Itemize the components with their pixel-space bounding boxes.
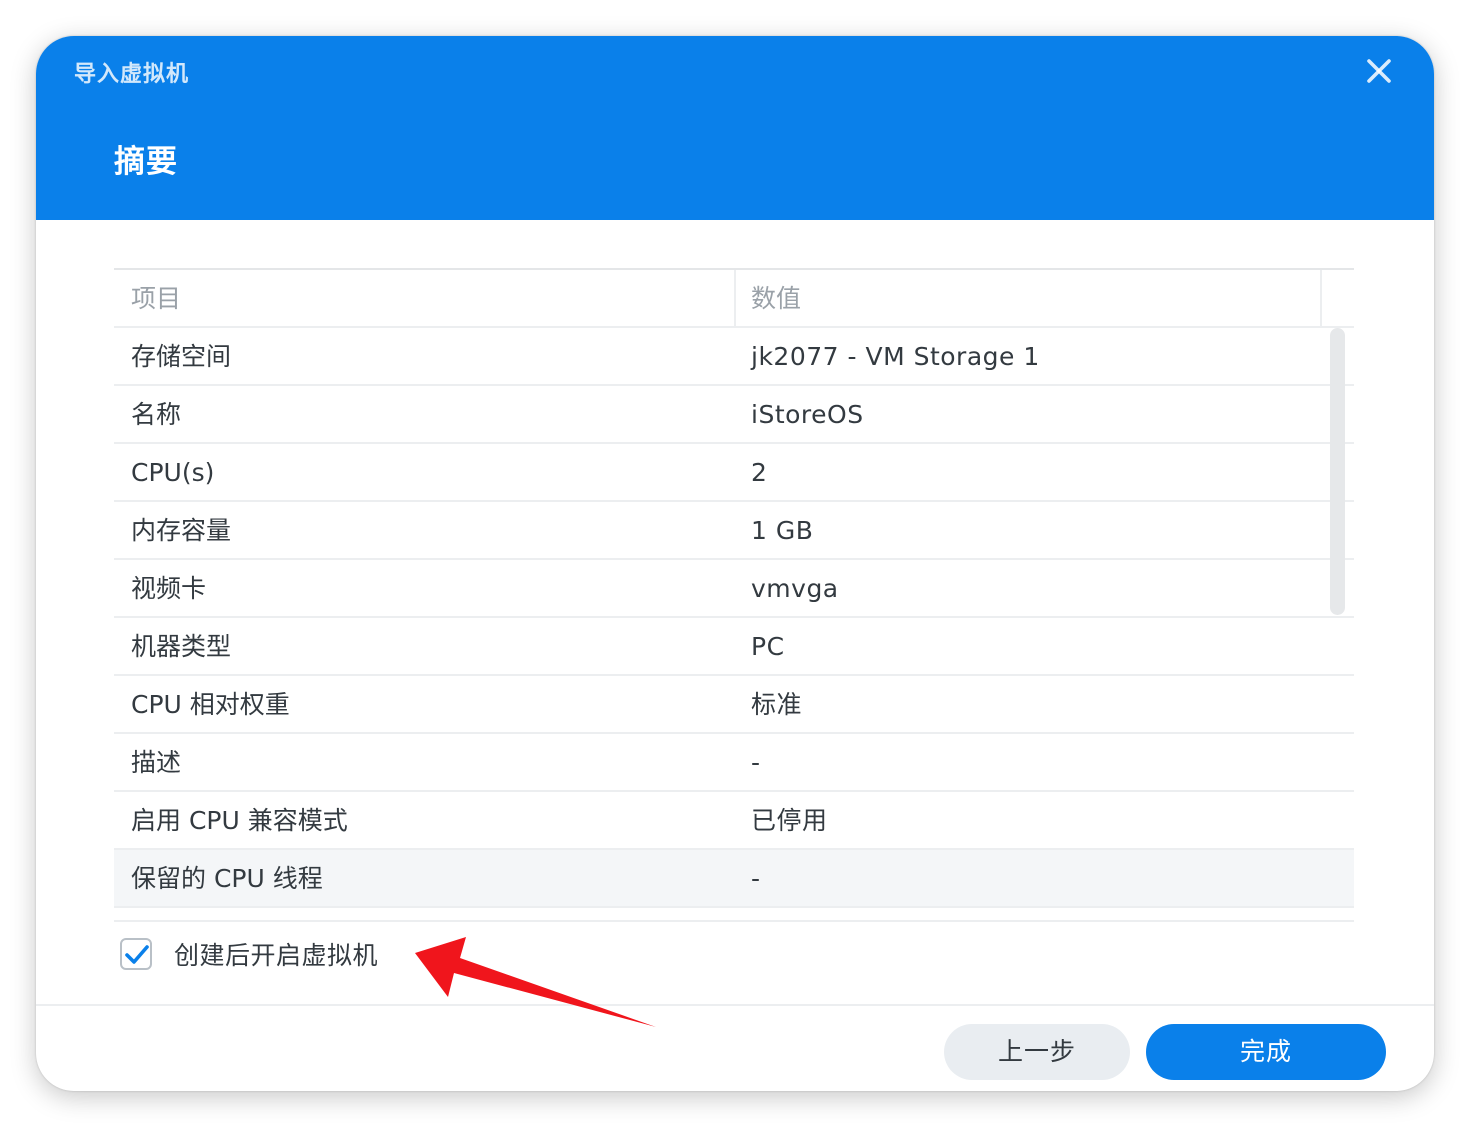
column-header-value[interactable]: 数值 <box>751 270 801 326</box>
footer-divider <box>36 1004 1434 1006</box>
row-item: 机器类型 <box>131 632 232 661</box>
column-divider <box>1320 270 1322 326</box>
table-row: 机器类型 PC <box>114 618 1354 676</box>
table-row: 内存容量 1 GB <box>114 502 1354 560</box>
table-row: 保留的 CPU 线程 - <box>114 850 1354 908</box>
row-item: 描述 <box>131 748 182 777</box>
row-value: 标准 <box>751 690 803 719</box>
dialog-header: 导入虚拟机 摘要 <box>36 36 1434 220</box>
table-row: 名称 iStoreOS <box>114 386 1354 444</box>
close-icon <box>1367 59 1391 83</box>
table-row: 启用 CPU 兼容模式 已停用 <box>114 792 1354 850</box>
row-item: 名称 <box>131 400 182 429</box>
row-value: iStoreOS <box>751 400 864 429</box>
row-value: vmvga <box>751 574 839 603</box>
row-value: PC <box>751 632 785 661</box>
row-item: CPU(s) <box>131 458 215 487</box>
close-button[interactable] <box>1362 54 1396 88</box>
row-item: 启用 CPU 兼容模式 <box>131 806 348 835</box>
row-value: 已停用 <box>751 806 828 835</box>
window-title: 导入虚拟机 <box>74 62 190 87</box>
table-row: 存储空间 jk2077 - VM Storage 1 <box>114 328 1354 386</box>
start-after-create-checkbox[interactable] <box>120 938 152 970</box>
row-value: 1 GB <box>751 516 814 545</box>
column-divider[interactable] <box>734 270 736 326</box>
previous-button[interactable]: 上一步 <box>944 1024 1130 1080</box>
table-row: CPU(s) 2 <box>114 444 1354 502</box>
row-item: CPU 相对权重 <box>131 690 290 719</box>
row-item: 视频卡 <box>131 574 207 603</box>
table-row: 视频卡 vmvga <box>114 560 1354 618</box>
row-value: 2 <box>751 458 768 487</box>
start-after-create-label[interactable]: 创建后开启虚拟机 <box>174 936 378 976</box>
table-header: 项目 数值 <box>114 270 1354 328</box>
row-value: - <box>751 748 761 777</box>
table-scrollbar[interactable] <box>1330 328 1345 615</box>
table-row: 描述 - <box>114 734 1354 792</box>
check-icon <box>125 945 149 964</box>
import-vm-dialog: 导入虚拟机 摘要 项目 数值 存储空间 jk2077 - VM Storage … <box>36 36 1434 1091</box>
row-value: - <box>751 864 761 893</box>
row-item: 内存容量 <box>131 516 232 545</box>
column-header-item[interactable]: 项目 <box>131 270 181 326</box>
table-row: CPU 相对权重 标准 <box>114 676 1354 734</box>
row-item: 存储空间 <box>131 342 232 371</box>
step-title: 摘要 <box>114 144 178 180</box>
row-item: 保留的 CPU 线程 <box>131 864 323 893</box>
table-bottom-divider <box>114 920 1354 922</box>
summary-table: 项目 数值 存储空间 jk2077 - VM Storage 1 名称 iSto… <box>114 268 1354 908</box>
finish-button[interactable]: 完成 <box>1146 1024 1386 1080</box>
row-value: jk2077 - VM Storage 1 <box>751 342 1040 371</box>
